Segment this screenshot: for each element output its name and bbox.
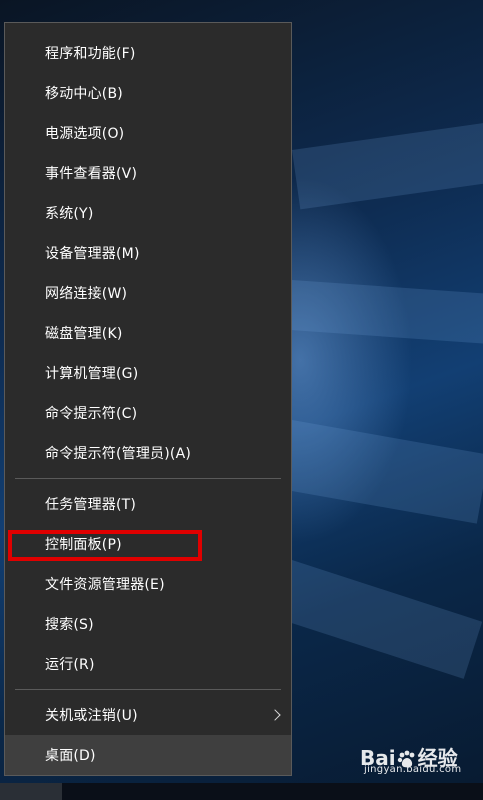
- menu-item-label: 关机或注销(U): [45, 708, 138, 724]
- menu-item-label: 移动中心(B): [45, 86, 123, 102]
- menu-item-power-options[interactable]: 电源选项(O): [5, 113, 291, 153]
- menu-item-label: 命令提示符(管理员)(A): [45, 446, 192, 462]
- menu-item-network-connections[interactable]: 网络连接(W): [5, 273, 291, 313]
- wallpaper-light-ray: [273, 560, 483, 679]
- menu-divider: [15, 478, 281, 479]
- menu-item-label: 桌面(D): [45, 748, 96, 764]
- menu-item-label: 网络连接(W): [45, 286, 128, 302]
- menu-item-label: 程序和功能(F): [45, 46, 136, 62]
- menu-divider: [15, 689, 281, 690]
- menu-item-file-explorer[interactable]: 文件资源管理器(E): [5, 564, 291, 604]
- menu-item-label: 事件查看器(V): [45, 166, 138, 182]
- watermark-url: jingyan.baidu.com: [364, 764, 462, 775]
- menu-item-label: 设备管理器(M): [45, 246, 140, 262]
- menu-item-label: 磁盘管理(K): [45, 326, 123, 342]
- start-button[interactable]: [0, 783, 62, 800]
- menu-item-label: 命令提示符(C): [45, 406, 138, 422]
- menu-item-label: 计算机管理(G): [45, 366, 139, 382]
- menu-item-desktop[interactable]: 桌面(D): [5, 735, 291, 775]
- menu-item-device-manager[interactable]: 设备管理器(M): [5, 233, 291, 273]
- menu-item-label: 文件资源管理器(E): [45, 577, 165, 593]
- menu-item-label: 搜索(S): [45, 617, 94, 633]
- menu-item-command-prompt-admin[interactable]: 命令提示符(管理员)(A): [5, 433, 291, 473]
- menu-item-computer-management[interactable]: 计算机管理(G): [5, 353, 291, 393]
- wallpaper-light-ray: [292, 122, 483, 210]
- menu-item-event-viewer[interactable]: 事件查看器(V): [5, 153, 291, 193]
- winx-context-menu: 程序和功能(F) 移动中心(B) 电源选项(O) 事件查看器(V) 系统(Y) …: [4, 22, 292, 776]
- chevron-right-icon: [269, 709, 281, 721]
- menu-item-label: 运行(R): [45, 657, 95, 673]
- menu-item-label: 电源选项(O): [45, 126, 125, 142]
- menu-item-search[interactable]: 搜索(S): [5, 604, 291, 644]
- menu-item-label: 任务管理器(T): [45, 497, 137, 513]
- menu-item-label: 系统(Y): [45, 206, 94, 222]
- control-panel-highlight-annotation: [8, 530, 202, 561]
- menu-item-shutdown-signout[interactable]: 关机或注销(U): [5, 695, 291, 735]
- wallpaper-light-ray: [288, 280, 483, 344]
- baidu-jingyan-watermark: Bai 经验 jingyan.baidu.com: [360, 740, 480, 780]
- menu-item-programs-features[interactable]: 程序和功能(F): [5, 33, 291, 73]
- taskbar: [0, 783, 483, 800]
- menu-item-system[interactable]: 系统(Y): [5, 193, 291, 233]
- menu-item-command-prompt[interactable]: 命令提示符(C): [5, 393, 291, 433]
- wallpaper-light-ray: [279, 420, 483, 524]
- menu-item-disk-management[interactable]: 磁盘管理(K): [5, 313, 291, 353]
- menu-item-mobility-center[interactable]: 移动中心(B): [5, 73, 291, 113]
- menu-item-task-manager[interactable]: 任务管理器(T): [5, 484, 291, 524]
- menu-item-run[interactable]: 运行(R): [5, 644, 291, 684]
